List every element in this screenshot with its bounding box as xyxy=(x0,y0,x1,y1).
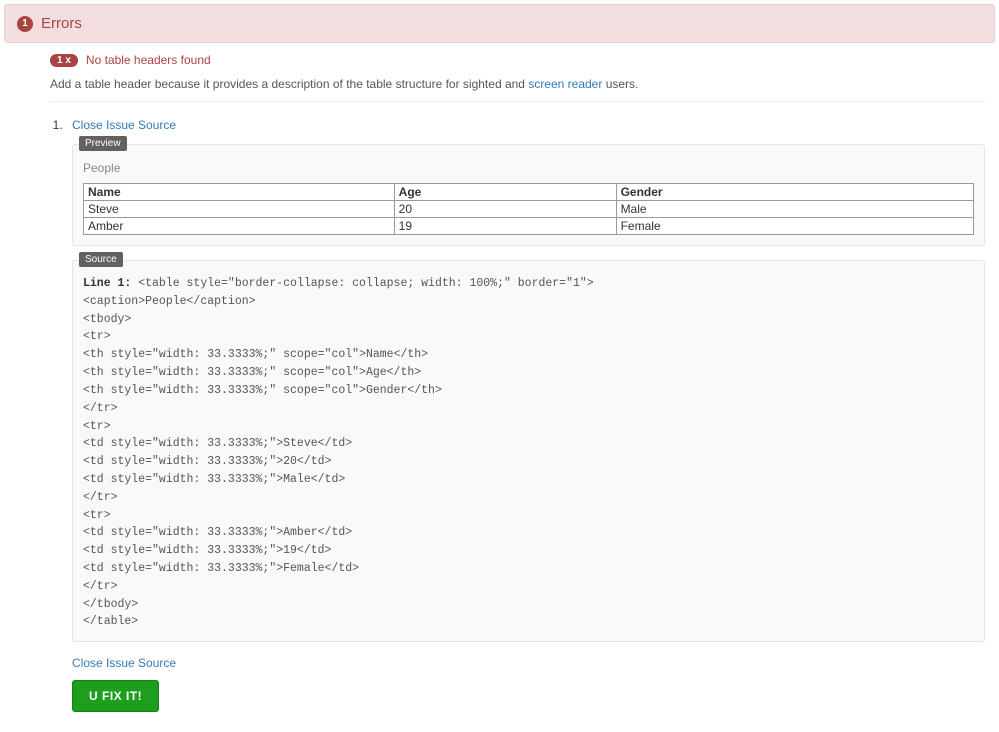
preview-caption: People xyxy=(83,161,974,175)
table-cell: 20 xyxy=(394,201,616,218)
table-header-cell: Gender xyxy=(616,184,973,201)
table-row: Steve 20 Male xyxy=(84,201,974,218)
source-code: Line 1: <table style="border-collapse: c… xyxy=(83,271,974,631)
issue-description-text-post: users. xyxy=(602,77,638,91)
table-cell: Male xyxy=(616,201,973,218)
issue-title: No table headers found xyxy=(86,53,211,67)
table-header-cell: Name xyxy=(84,184,395,201)
u-fix-it-button[interactable]: U FIX IT! xyxy=(72,680,159,712)
preview-label: Preview xyxy=(79,136,127,151)
preview-panel: Preview People Name Age Gender Steve 20 … xyxy=(72,144,985,246)
table-header-cell: Age xyxy=(394,184,616,201)
close-issue-source-link[interactable]: Close Issue Source xyxy=(72,118,176,132)
close-issue-source-link-bottom[interactable]: Close Issue Source xyxy=(72,656,176,670)
table-row: Amber 19 Female xyxy=(84,218,974,235)
table-header-row: Name Age Gender xyxy=(84,184,974,201)
error-count-badge: 1 xyxy=(17,16,33,32)
errors-header: 1 Errors xyxy=(4,4,995,43)
content: 1 x No table headers found Add a table h… xyxy=(0,53,999,732)
preview-table: Name Age Gender Steve 20 Male Amber 19 xyxy=(83,183,974,235)
table-cell: Amber xyxy=(84,218,395,235)
table-cell: 19 xyxy=(394,218,616,235)
screen-reader-link[interactable]: screen reader xyxy=(528,77,602,91)
source-panel: Source Line 1: <table style="border-coll… xyxy=(72,260,985,642)
source-label: Source xyxy=(79,252,123,267)
issue-list: Close Issue Source Preview People Name A… xyxy=(66,112,985,712)
issue-count-pill: 1 x xyxy=(50,54,78,67)
errors-title: Errors xyxy=(41,15,82,32)
table-cell: Steve xyxy=(84,201,395,218)
issue-block: 1 x No table headers found Add a table h… xyxy=(14,53,985,712)
issue-list-item: Close Issue Source Preview People Name A… xyxy=(66,112,985,712)
issue-heading: 1 x No table headers found xyxy=(50,53,985,67)
table-cell: Female xyxy=(616,218,973,235)
issue-description: Add a table header because it provides a… xyxy=(50,77,985,102)
issue-description-text-pre: Add a table header because it provides a… xyxy=(50,77,528,91)
